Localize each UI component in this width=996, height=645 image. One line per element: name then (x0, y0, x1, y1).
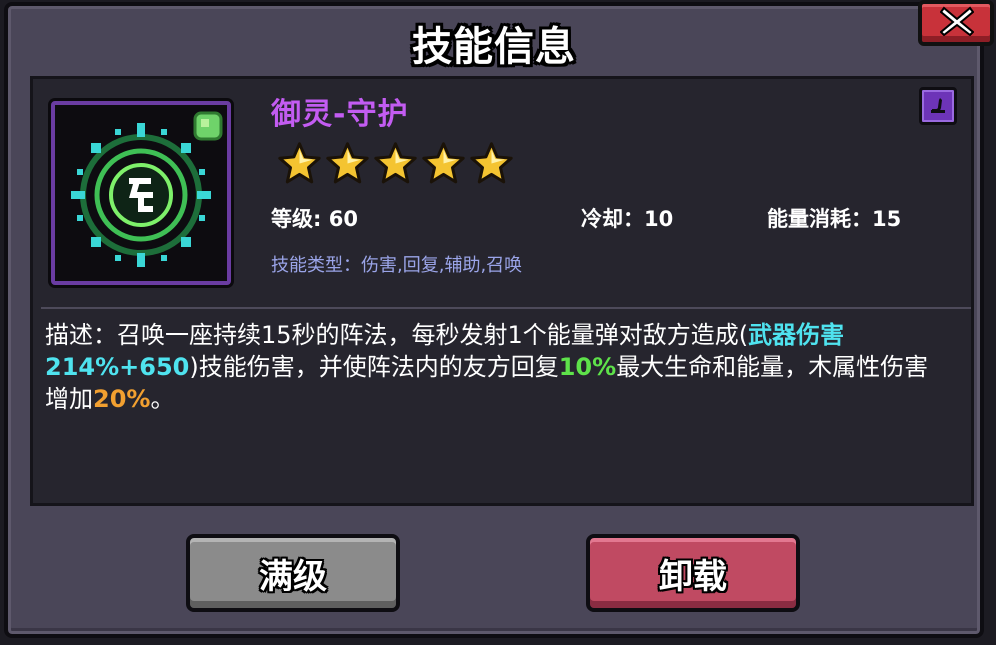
skill-info-dialog: 技能信息 御灵-守护 等级: 60 冷却：10 能量消耗：15 技能类型：伤害,… (4, 0, 994, 638)
close-button[interactable] (918, 0, 994, 46)
desc-text-2: )技能伤害，并使阵法内的友方回复 (189, 353, 559, 381)
divider (41, 307, 971, 309)
star-icon (470, 142, 513, 184)
desc-heal-percent: 10% (558, 353, 617, 381)
skill-cooldown: 冷却：10 (581, 207, 674, 231)
staff-type-icon (931, 98, 945, 113)
skill-level: 等级: 60 (271, 207, 358, 231)
summon-formation-icon (71, 111, 223, 267)
skill-description: 描述：召唤一座持续15秒的阵法，每秒发射1个能量弹对敌方造成(武器伤害214%+… (45, 319, 945, 415)
skill-type-list: 技能类型：伤害,回复,辅助,召唤 (271, 255, 523, 276)
skill-type-badge (919, 87, 957, 125)
desc-text-1: 描述：召唤一座持续15秒的阵法，每秒发射1个能量弹对敌方造成( (45, 321, 749, 349)
skill-icon-frame (51, 101, 231, 285)
close-x-icon (940, 6, 974, 36)
max-level-button[interactable]: 满级 (186, 534, 400, 612)
skill-energy-cost: 能量消耗：15 (767, 207, 902, 231)
skill-info-panel: 御灵-守护 等级: 60 冷却：10 能量消耗：15 技能类型：伤害,回复,辅助… (30, 76, 974, 506)
star-icon (422, 142, 465, 184)
desc-text-4: 。 (150, 385, 175, 413)
star-icon (326, 142, 369, 184)
star-icon (278, 142, 321, 184)
star-rating (277, 141, 514, 186)
skill-name: 御灵-守护 (271, 97, 409, 132)
unload-button[interactable]: 卸载 (586, 534, 800, 612)
desc-bonus-percent: 20% (93, 385, 151, 413)
dialog-title: 技能信息 (412, 24, 576, 70)
star-icon (374, 142, 417, 184)
